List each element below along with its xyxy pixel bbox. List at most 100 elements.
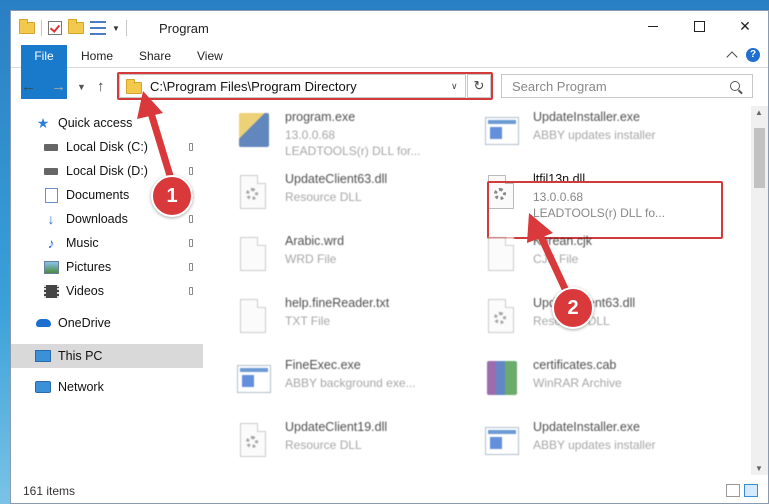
sidebar-item-label: Local Disk (D:) [66,164,148,178]
dll-icon [485,297,517,335]
music-icon: ♪ [47,235,55,251]
file-name: certificates.cab [533,358,617,372]
sidebar-item-label: OneDrive [58,316,111,330]
sidebar-item-label: Network [58,380,104,394]
sidebar-item-downloads[interactable]: ↓ Downloads [43,208,235,230]
file-item[interactable]: Arabic.wrd WRD File [219,230,449,284]
vertical-scrollbar[interactable]: ▲ ▼ [751,106,768,475]
file-item[interactable]: help.fineReader.txt TXT File [219,292,449,346]
properties-icon[interactable] [90,21,106,35]
window-title: Program [159,21,209,36]
file-type: TXT File [285,314,331,328]
toolbar-separator [41,20,42,36]
file-description: ABBY updates installer [533,128,656,142]
file-description: Resource DLL [285,190,362,204]
sidebar-item-label: This PC [58,349,103,363]
file-description: ABBY background exe... [285,376,416,390]
sidebar-item-network[interactable]: Network [35,376,227,398]
pin-icon[interactable] [189,143,193,151]
star-icon: ★ [36,114,50,131]
callout-badge-2: 2 [552,287,594,329]
sidebar-item-label: Downloads [66,212,128,226]
file-name: FineExec.exe [285,358,361,372]
pin-icon[interactable] [189,263,193,271]
scroll-up-icon[interactable]: ▲ [755,108,763,117]
file-description: ABBY updates installer [533,438,656,452]
close-button[interactable]: ✕ [722,11,768,41]
sidebar-item-local-disk-c[interactable]: Local Disk (C:) [43,136,235,158]
collapse-ribbon-icon[interactable] [726,51,738,63]
back-arrow-icon[interactable]: ← [21,78,36,95]
file-version: 13.0.0.68 [285,128,336,142]
sidebar-item-label: Local Disk (C:) [66,140,148,154]
tiles-view-icon[interactable] [744,484,758,497]
exe-icon [237,359,271,397]
sidebar-item-label: Documents [66,188,130,202]
status-bar: 161 items [11,479,768,503]
file-item[interactable]: Korean.cjk CJK File [467,230,697,284]
sidebar-item-label: Videos [66,284,104,298]
file-item[interactable]: UpdateClient63.dll Resource DLL [219,168,449,222]
search-box[interactable]: Search Program [501,74,753,98]
explorer-window: ▼ Program ✕ File Home Share View ? ← → ▼… [10,10,769,504]
pin-icon[interactable] [189,215,193,223]
sidebar-item-documents[interactable]: Documents [43,184,235,206]
address-highlight-box [117,72,493,100]
search-icon[interactable] [730,81,740,91]
scroll-down-icon[interactable]: ▼ [755,464,763,473]
details-view-icon[interactable] [726,484,740,497]
minimize-button[interactable] [630,11,676,41]
sidebar-item-onedrive[interactable]: OneDrive [35,312,227,334]
sidebar-item-music[interactable]: ♪ Music [43,232,235,254]
cab-icon [485,359,517,397]
sidebar-item-label: Quick access [58,116,133,130]
callout-badge-1: 1 [151,175,193,217]
sidebar-item-pictures[interactable]: Pictures [43,256,235,278]
file-item[interactable]: certificates.cab WinRAR Archive [467,354,697,408]
dll-icon [237,421,269,459]
file-item[interactable]: UpdateClient19.dll Resource DLL [219,416,449,470]
pin-icon[interactable] [189,167,193,175]
scroll-thumb[interactable] [754,128,765,188]
recent-locations-icon[interactable]: ▼ [77,82,86,92]
file-type: CJK File [533,252,579,266]
maximize-button[interactable] [676,11,722,41]
file-type: WRD File [285,252,337,266]
file-name: UpdateInstaller.exe [533,110,641,124]
search-input[interactable]: Search Program [512,79,730,94]
pin-icon[interactable] [189,239,193,247]
help-icon[interactable]: ? [746,48,760,62]
up-arrow-icon[interactable]: ↑ [97,78,105,95]
chevron-down-icon[interactable]: ▼ [112,24,120,33]
documents-icon [43,187,59,203]
file-name: help.fineReader.txt [285,296,390,310]
videos-icon [43,284,59,298]
computer-icon [35,349,51,363]
new-folder-icon[interactable] [68,19,84,34]
cloud-icon [35,316,51,330]
ribbon-tabs: File Home Share View ? [11,45,768,99]
file-item[interactable]: UpdateInstaller.exe ABBY updates install… [467,106,697,160]
sidebar-item-label: Music [66,236,99,250]
folder-icon [19,19,35,34]
pin-icon[interactable] [189,287,193,295]
file-description: LEADTOOLS(r) DLL for... [285,144,421,158]
sidebar-item-this-pc[interactable]: This PC [35,345,227,367]
file-name: UpdateClient63.dll [285,172,388,186]
file-name: Arabic.wrd [285,234,345,248]
tab-view[interactable]: View [197,45,223,67]
sidebar-item-local-disk-d[interactable]: Local Disk (D:) [43,160,235,182]
tab-share[interactable]: Share [139,45,171,67]
sidebar-item-quick-access[interactable]: ★ Quick access [35,112,227,134]
forward-arrow-icon[interactable]: → [51,78,66,95]
toolbar-separator [125,20,127,36]
file-item[interactable]: UpdateInstaller.exe ABBY updates install… [467,416,697,470]
file-item[interactable]: program.exe 13.0.0.68 LEADTOOLS(r) DLL f… [219,106,449,160]
file-item[interactable]: FineExec.exe ABBY background exe... [219,354,449,408]
sidebar-item-label: Pictures [66,260,112,274]
properties-check-icon[interactable] [48,21,62,35]
exe-icon [485,111,519,149]
close-icon: ✕ [739,17,751,34]
tab-home[interactable]: Home [81,45,113,67]
sidebar-item-videos[interactable]: Videos [43,280,235,302]
